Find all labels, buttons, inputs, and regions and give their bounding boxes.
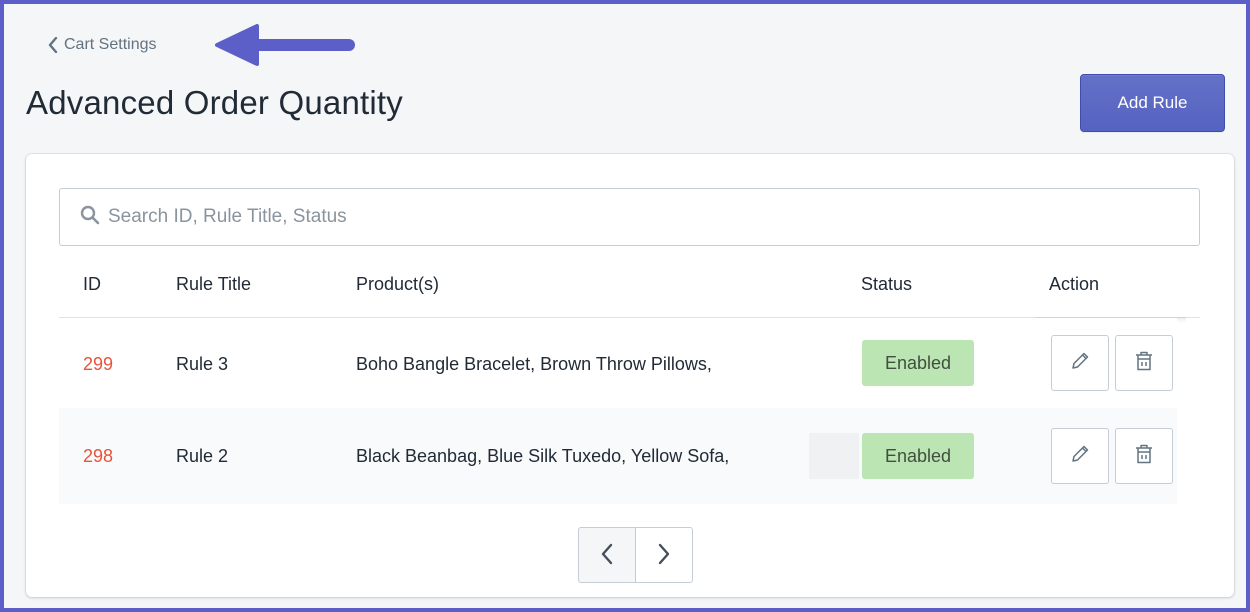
- header-rule-title: Rule Title: [176, 274, 252, 294]
- frame-border: [4, 608, 1246, 612]
- pencil-icon: [1069, 350, 1091, 377]
- previous-page-button[interactable]: [578, 527, 636, 583]
- search-input[interactable]: [108, 189, 1199, 245]
- search-icon: [80, 205, 100, 230]
- breadcrumb[interactable]: Cart Settings: [48, 36, 156, 54]
- chevron-left-icon: [48, 37, 58, 53]
- header-id: ID: [83, 274, 101, 294]
- rule-id[interactable]: 299: [83, 354, 113, 375]
- chevron-left-icon: [600, 543, 614, 568]
- edit-button[interactable]: [1051, 428, 1109, 484]
- products-fade: [809, 433, 859, 479]
- rule-products: Boho Bangle Bracelet, Brown Throw Pillow…: [356, 354, 712, 374]
- rule-title: Rule 3: [176, 354, 229, 374]
- trash-icon: [1134, 443, 1154, 470]
- trash-icon: [1134, 350, 1154, 377]
- header-status: Status: [861, 274, 913, 294]
- rule-products: Black Beanbag, Blue Silk Tuxedo, Yellow …: [356, 446, 730, 466]
- rules-card: ID Rule Title Product(s) Status Action 2…: [26, 154, 1234, 597]
- add-rule-button[interactable]: Add Rule: [1080, 74, 1225, 132]
- table-row[interactable]: 299 Rule 3 Boho Bangle Bracelet, Brown T…: [59, 318, 1177, 414]
- annotation-arrow-icon: [215, 24, 355, 66]
- search-field[interactable]: [59, 188, 1200, 246]
- edit-button[interactable]: [1051, 335, 1109, 391]
- delete-button[interactable]: [1115, 428, 1173, 484]
- breadcrumb-label: Cart Settings: [64, 36, 157, 53]
- table-row[interactable]: 298 Rule 2 Black Beanbag, Blue Silk Tuxe…: [59, 408, 1177, 504]
- header-action: Action: [1049, 274, 1100, 294]
- delete-button[interactable]: [1115, 335, 1173, 391]
- rule-title: Rule 2: [176, 446, 229, 466]
- pagination: [578, 527, 693, 583]
- chevron-right-icon: [657, 543, 671, 568]
- page-title: Advanced Order Quantity: [26, 84, 403, 121]
- next-page-button[interactable]: [635, 527, 693, 583]
- status-badge: Enabled: [862, 433, 974, 479]
- status-badge: Enabled: [862, 340, 974, 386]
- table-header: ID Rule Title Product(s) Status Action: [59, 250, 1200, 318]
- pencil-icon: [1069, 443, 1091, 470]
- header-products: Product(s): [356, 274, 440, 294]
- rule-id[interactable]: 298: [83, 446, 113, 467]
